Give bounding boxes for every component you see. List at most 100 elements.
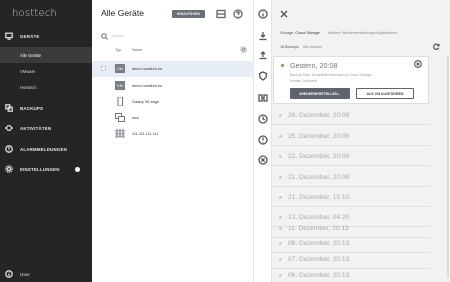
- run-as-vm-button[interactable]: ALS VM AUSFÜHREN: [356, 88, 414, 99]
- restore-button[interactable]: WIEDERHERSTELLEN...: [290, 88, 350, 99]
- nav-alarmmeldungen-label: ALARMMELDUNGEN: [20, 146, 67, 152]
- backup-date: 11. Dezember, 20:13: [288, 225, 349, 232]
- nav-aktivitaeten[interactable]: AKTIVITÄTEN: [0, 120, 92, 136]
- nav-geraete-label: GERÄTE: [20, 33, 40, 39]
- link-icon[interactable]: [258, 93, 268, 103]
- gear-icon[interactable]: [240, 46, 247, 54]
- status-dot: [279, 135, 282, 138]
- search-icon: [101, 32, 108, 40]
- backup-date: 25. Dezember, 20:08: [288, 133, 350, 140]
- sub-item-vmware[interactable]: VMware: [0, 63, 92, 79]
- clock-icon[interactable]: [258, 114, 268, 124]
- nav-einstellungen[interactable]: EINSTELLUNGEN: [0, 161, 92, 177]
- add-button[interactable]: HINZUFÜGEN: [172, 10, 205, 18]
- sub-item-alle-geraete[interactable]: Alle Geräte: [0, 47, 92, 63]
- logo: hosttech: [12, 8, 58, 19]
- row-name: demo.hosttech.eu: [132, 84, 163, 88]
- col-type[interactable]: Typ: [115, 48, 121, 52]
- shield-icon[interactable]: [258, 71, 268, 81]
- backup-item[interactable]: 21. Dezember, 20:08: [272, 167, 430, 187]
- nav-backups-label: BACKUPS: [20, 105, 44, 111]
- status-dot: [279, 274, 282, 277]
- row-name: demo.hosttech.eu: [132, 67, 163, 71]
- backup-item[interactable]: 21. Dezember, 15:10: [272, 187, 430, 207]
- row-name: Galaxy S6 edge: [132, 100, 160, 104]
- info-icon[interactable]: [258, 9, 268, 19]
- status-dot: [279, 176, 282, 179]
- backup-date: 21. Dezember, 15:10: [288, 194, 350, 201]
- backup-date: 26. Dezember, 20:08: [288, 112, 350, 119]
- table-row[interactable]: VM demo.hosttech.eu: [92, 61, 254, 77]
- storage-label: Storage:: [280, 31, 295, 35]
- vm-icon: VM: [115, 64, 125, 73]
- user-menu[interactable]: User: [0, 266, 92, 282]
- scrollbar[interactable]: [447, 56, 449, 278]
- warning-icon[interactable]: [258, 135, 268, 145]
- nav-backups[interactable]: BACKUPS: [0, 100, 92, 116]
- row-checkbox[interactable]: [101, 66, 106, 71]
- backups-icon: [5, 104, 13, 112]
- columns-icon[interactable]: [216, 9, 226, 19]
- status-dot: [281, 64, 284, 67]
- nav-einstellungen-label: EINSTELLUNGEN: [20, 166, 60, 172]
- close-circle-icon[interactable]: [413, 59, 423, 69]
- help-icon[interactable]: [233, 9, 243, 19]
- delete-all-link[interactable]: Alle löschen: [303, 45, 322, 49]
- detail-pane: Storage: Cloud Storage Weitere Wiederher…: [272, 0, 450, 282]
- more-restore-options-link[interactable]: Weitere Wiederherstellungsmöglichkeiten.…: [328, 31, 401, 35]
- svg-text:VM: VM: [117, 83, 123, 88]
- action-toolbar: [254, 0, 272, 282]
- status-dot: [279, 258, 282, 261]
- backup-item[interactable]: 22. Dezember, 20:08: [272, 146, 430, 166]
- search-input[interactable]: Suchen: [112, 34, 124, 38]
- backups-info: 18 Backups Alle löschen: [280, 45, 322, 49]
- table-row[interactable]: Galaxy S6 edge: [92, 94, 254, 110]
- table-header: Typ Name: [92, 46, 254, 56]
- nav-alarmmeldungen[interactable]: ALARMMELDUNGEN: [0, 141, 92, 157]
- close-icon[interactable]: [280, 10, 288, 18]
- svg-text:VM: VM: [117, 66, 123, 71]
- alert-icon: [5, 145, 13, 153]
- settings-icon: [5, 165, 13, 173]
- status-dot: [279, 196, 282, 199]
- search-field[interactable]: Suchen: [101, 31, 251, 41]
- storage-info: Storage: Cloud Storage Weitere Wiederher…: [280, 31, 401, 35]
- backup-date: 06. Dezember, 20:13: [288, 272, 350, 279]
- row-name: esxi: [132, 116, 139, 120]
- server-icon: [115, 113, 125, 122]
- status-dot: [279, 242, 282, 245]
- upload-icon[interactable]: [258, 50, 268, 60]
- backups-count: 18 Backups: [280, 45, 299, 49]
- table-row[interactable]: 111.111.111.111: [92, 126, 254, 142]
- device-list-pane: Alle Geräte HINZUFÜGEN Suchen Typ Name V…: [92, 0, 254, 282]
- backup-date: 08. Dezember, 20:13: [288, 240, 350, 247]
- storage-value: Cloud Storage: [295, 31, 320, 35]
- status-dot: [279, 155, 282, 158]
- nav-geraete[interactable]: GERÄTE: [0, 28, 92, 44]
- backup-date: 22. Dezember, 20:08: [288, 153, 350, 160]
- table-row[interactable]: VM demo.hosttech.eu: [92, 78, 254, 94]
- backup-plan: Backup-Plan: Komplette Maschine zu Cloud…: [290, 73, 372, 77]
- sub-item-hosttech[interactable]: Hosttech: [0, 79, 92, 95]
- table-row[interactable]: esxi: [92, 110, 254, 126]
- grid-icon: [115, 129, 125, 138]
- nav-aktivitaeten-label: AKTIVITÄTEN: [20, 125, 52, 131]
- user-icon: [5, 270, 13, 278]
- backup-date: Gestern, 20:08: [290, 61, 338, 70]
- refresh-icon[interactable]: [433, 43, 440, 50]
- selected-backup-card: Gestern, 20:08 Backup-Plan: Komplette Ma…: [273, 56, 429, 104]
- activity-icon: [5, 124, 13, 132]
- col-name[interactable]: Name: [132, 48, 142, 52]
- phone-icon: [115, 96, 125, 107]
- vm-icon: VM: [115, 81, 125, 90]
- download-icon[interactable]: [258, 31, 268, 41]
- backup-contents: Inhalte: Laufwerk: [290, 79, 317, 83]
- sidebar: hosttech GERÄTE Alle Geräte VMware Hostt…: [0, 0, 92, 282]
- delete-icon[interactable]: [258, 155, 268, 165]
- status-dot: [279, 114, 282, 117]
- backup-item[interactable]: 25. Dezember, 20:08: [272, 126, 430, 146]
- user-label: User: [20, 271, 31, 277]
- backup-item[interactable]: 06. Dezember, 20:13: [272, 265, 430, 282]
- backup-date: 21. Dezember, 20:08: [288, 174, 350, 181]
- backup-item[interactable]: 26. Dezember, 20:08: [272, 105, 430, 125]
